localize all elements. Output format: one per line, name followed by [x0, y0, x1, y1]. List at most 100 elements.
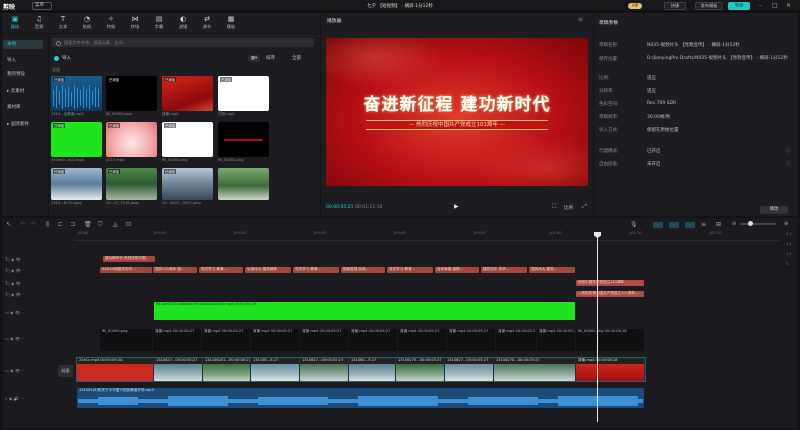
undo-icon[interactable]: ↶ [20, 221, 25, 228]
publish-template-button[interactable]: 发布模板 [695, 2, 723, 10]
video-clip[interactable]: 背景.mp4 00:00:05:27 [251, 329, 299, 351]
text-clip[interactable]: 国家富强 民族... [341, 267, 385, 273]
video-clip[interactable]: 背景.mp4 00:00:08:18 [576, 358, 644, 381]
video-clip[interactable]: 1310627...00:00:05:27 [445, 358, 493, 381]
video-clip[interactable]: 背景.mp4 00:00:05:27 [496, 329, 536, 351]
sidebar-item-library[interactable]: 素材库 [3, 103, 43, 112]
audio-clip[interactable]: 131001(5)的关于中华复兴的品牌曲开场.mp3 [77, 388, 644, 408]
text-clip[interactable]: 弘扬伟大 建党精神 [245, 267, 291, 273]
sidebar-item-local[interactable]: 本地 [3, 40, 43, 49]
tab-filter[interactable]: ◐ 滤镜 [172, 14, 194, 32]
track-controls-text4[interactable]: T▯ ◉ 👁 [5, 292, 73, 297]
zoom-in-icon[interactable]: ⊕ [784, 221, 788, 227]
playhead[interactable] [597, 236, 598, 422]
video-clip[interactable]: 背景.mp4 00:00:05:27 [300, 329, 348, 351]
search-input[interactable]: 搜索文件名称、画面元素、台词 [52, 38, 314, 47]
close-icon[interactable]: ✕ [786, 2, 791, 9]
track-controls-video2[interactable]: ▭ ◉ 👁 ⋯ [5, 336, 73, 341]
track-controls-audio[interactable]: ♪ ◉ 🔊 ⋯ [5, 396, 73, 401]
media-item[interactable]: 已添加 1310...8170.jpeg [51, 168, 102, 213]
media-item[interactable] [218, 168, 269, 213]
tab-audio[interactable]: ♫ 音频 [28, 14, 50, 32]
crop-icon[interactable]: ⊡ [126, 221, 131, 228]
tab-text[interactable]: T 文本 [52, 14, 74, 32]
media-item[interactable]: 已添加 白底.mp4 [218, 76, 269, 121]
track-controls-text3[interactable]: T▯ ◉ 👁 [5, 281, 73, 286]
text-clip[interactable]: 百年辉煌 砥砺... [435, 267, 479, 273]
media-item[interactable]: 已添加 13...27_7145.jpeg [106, 168, 157, 213]
media-item[interactable]: 已添加 941be0...b02.mp4 [51, 122, 102, 167]
timeline-ruler[interactable]: 00:00 |00:10 |00:20 |00:30 |00:40 |00:50… [74, 231, 780, 240]
text-clip[interactable]: 建党百年 风华... [481, 267, 527, 273]
fit-icon[interactable]: ⛶ [552, 203, 556, 211]
info-icon[interactable]: ⓘ [786, 147, 791, 154]
video-clip[interactable]: 背景.mp4 00:00:05:27 [202, 329, 250, 351]
snap-icon[interactable] [669, 222, 679, 228]
video-preview[interactable]: 奋进新征程 建功新时代 — 热烈庆祝中国共产党成立101周年 — [326, 38, 588, 186]
ratio-button[interactable]: 比例 [564, 205, 573, 211]
video-clip[interactable]: 背景.mp4 00:00:05:27 [447, 329, 495, 351]
tab-sticker[interactable]: ◔ 贴纸 [76, 14, 98, 32]
maximize-icon[interactable]: □ [772, 2, 778, 9]
preview-axis-icon[interactable] [685, 222, 695, 228]
green-screen-clip[interactable]: 941be9152340ba2a090d5b1a42cb32.mp4 00:00… [154, 302, 575, 320]
tab-transition[interactable]: ⋈ 转场 [124, 14, 146, 32]
video-clip[interactable]: 背景.mp4 00:00:05:27 [153, 329, 201, 351]
sidebar-item-presets[interactable]: 我的预设 [3, 70, 43, 79]
video-clip[interactable]: fill_00000.png [100, 329, 152, 351]
vip-badge[interactable]: VIP [628, 3, 642, 9]
text-clip[interactable]: 党的伟大 建党... [529, 267, 575, 273]
freeze-icon[interactable]: ⛉ [98, 221, 103, 229]
view-toggle-icon[interactable]: ▦▾ [248, 55, 260, 62]
media-item[interactable]: 已添加 背景.mp4 [162, 76, 213, 121]
video-clip[interactable]: 13106270...00:00:05:27 [494, 358, 575, 381]
link-icon[interactable] [653, 222, 663, 228]
tab-effect[interactable]: ✧ 特效 [100, 14, 122, 32]
video-clip[interactable]: 1310627...00:00:05:27 [154, 358, 202, 381]
cover-button[interactable]: 封面 [58, 365, 73, 377]
text-clip[interactable]: 党史学习 教育... [199, 267, 243, 273]
video-clip[interactable]: fill_00000.png 00:00:06:18 [576, 329, 644, 351]
video-clip[interactable]: 13106270...00:00:05:27 [396, 358, 444, 381]
sidebar-item-import[interactable]: 导入 [3, 56, 43, 65]
text-clip[interactable]: 党的101周年 激... [153, 267, 197, 273]
text-clip[interactable]: —热烈庆祝中国共产党成立101周年— [576, 291, 644, 297]
track-controls-text2[interactable]: T▯ ◉ 👁 [5, 268, 73, 273]
sidebar-item-cloud[interactable]: ▸ 云素材 [3, 87, 43, 96]
sidebar-item-brand[interactable]: ▸ 品牌素材 [3, 120, 43, 129]
track-controls-text1[interactable]: T▯ ◉ 👁 [5, 257, 73, 262]
text-clip[interactable]: 党史学习 教育... [387, 267, 433, 273]
text-clip[interactable]: XXXXX团委庆祝中... [100, 267, 152, 273]
media-item[interactable]: 已添加 0017.mp4 [106, 122, 157, 167]
media-item[interactable]: 已添加 fill_00000.png [106, 76, 157, 121]
delete-icon[interactable]: 🗑 [84, 221, 92, 228]
tab-subtitle[interactable]: ▤ 字幕 [148, 14, 170, 32]
text-clip[interactable]: 建功新时代 热烈庆祝中国... [103, 256, 155, 262]
video-clip[interactable]: 1310627...00:00:05:27 [300, 358, 348, 381]
text-clip[interactable]: 庆祝中国共产党成立101周年 [576, 280, 644, 286]
video-clip[interactable]: 131106201...00:00:05:27 [203, 358, 250, 381]
play-icon[interactable]: ▶ [454, 203, 459, 210]
mirror-icon[interactable]: ◬ [113, 221, 118, 228]
select-icon[interactable]: ↖ [6, 221, 11, 228]
sort-button[interactable]: 排序 [266, 55, 275, 61]
fullscreen-icon[interactable]: ⤢ [582, 203, 587, 211]
import-button[interactable]: 导入 [62, 54, 88, 63]
video-clip[interactable]: 背景.mp4 00:00:05:27 [398, 329, 446, 351]
zoom-out-icon[interactable]: ⊖ [732, 221, 736, 227]
microphone-icon[interactable]: 🎙 [630, 221, 638, 228]
minimize-icon[interactable]: – [759, 2, 762, 9]
zoom-fit-icon[interactable]: ⊞ [716, 221, 721, 228]
shortcut-button[interactable]: 快捷 [664, 2, 686, 10]
tab-adjust[interactable]: ⇄ 调节 [196, 14, 218, 32]
track-controls-video1[interactable]: ▭ ◉ 👁 ⋯ [5, 310, 73, 315]
menu-button[interactable]: 菜单 [32, 2, 52, 10]
text-clip[interactable]: 党史学习 教育... [293, 267, 339, 273]
redo-icon[interactable]: ↷ [31, 221, 36, 228]
tab-media[interactable]: ▣ 媒体 [4, 14, 26, 32]
video-clip[interactable]: 131062...5:27 [349, 358, 395, 381]
align-icon[interactable]: ≡ [701, 221, 706, 228]
split-icon[interactable]: ⫼ [46, 221, 49, 229]
video-clip[interactable]: 22e1c.mp4 00:00:09:24 [77, 358, 153, 381]
video-clip[interactable]: 背景.mp4 00:00:05:27 [349, 329, 397, 351]
